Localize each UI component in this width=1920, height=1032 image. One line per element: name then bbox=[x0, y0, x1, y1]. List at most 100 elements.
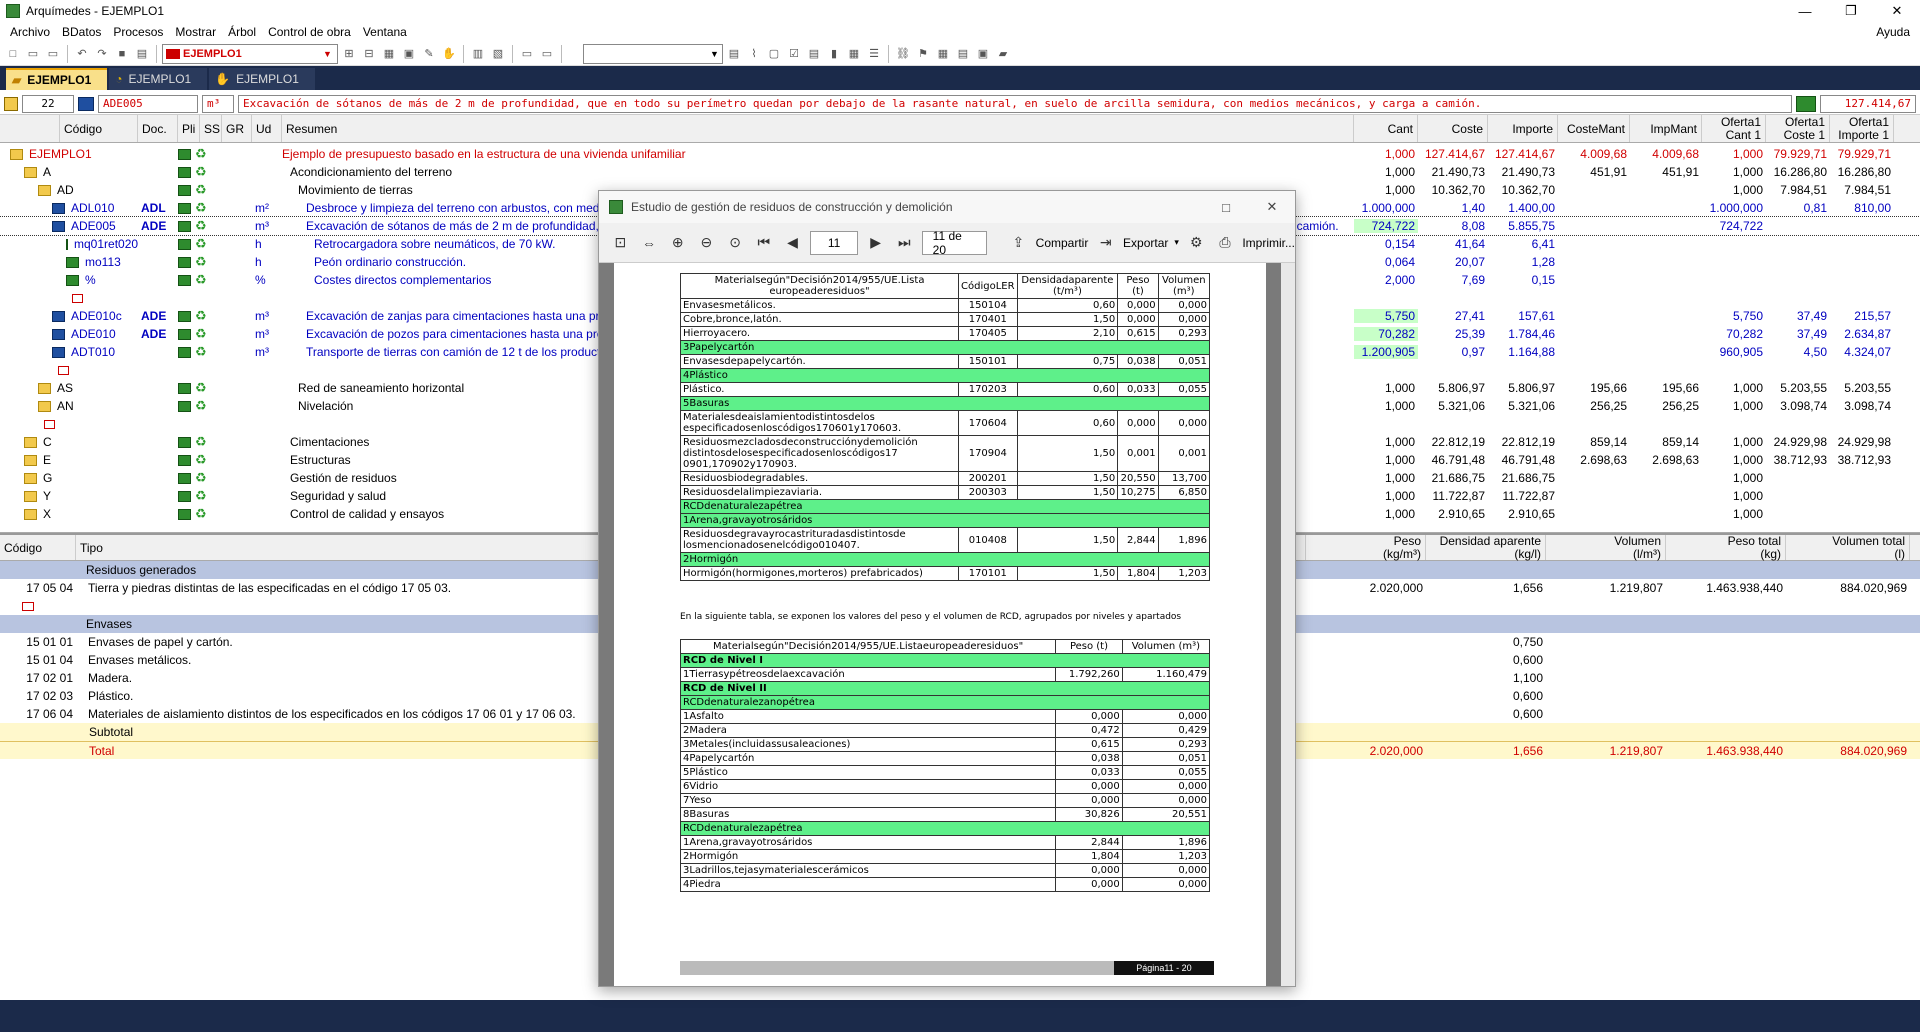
check-icon[interactable]: ☑ bbox=[785, 45, 803, 63]
tab-ejemplo1-budget[interactable]: ▰ EJEMPLO1 bbox=[6, 68, 108, 90]
minimize-button[interactable]: — bbox=[1782, 0, 1828, 22]
share-icon[interactable]: ⇪ bbox=[1007, 231, 1030, 255]
recycle-icon[interactable]: ♻ bbox=[195, 308, 207, 324]
col-pli[interactable]: Pli bbox=[178, 115, 200, 142]
recycle-icon[interactable]: ♻ bbox=[195, 146, 207, 162]
col-peso[interactable]: Peso (kg/m³) bbox=[1306, 534, 1426, 560]
menu-bdatos[interactable]: BDatos bbox=[56, 25, 107, 39]
spec-icon[interactable] bbox=[178, 436, 191, 448]
hand-icon[interactable]: ✋ bbox=[440, 45, 458, 63]
dialog-maximize-button[interactable]: □ bbox=[1203, 196, 1249, 218]
col-oferta1-importe[interactable]: Oferta1 Importe 1 bbox=[1830, 115, 1894, 142]
bars-icon[interactable]: ▮ bbox=[825, 45, 843, 63]
tree-expand-icon[interactable]: ⊟ bbox=[360, 45, 378, 63]
col-cant[interactable]: Cant bbox=[1354, 115, 1418, 142]
grid-icon[interactable]: ▦ bbox=[934, 45, 952, 63]
measure-icon[interactable]: ▤ bbox=[725, 45, 743, 63]
zoom-area-icon[interactable]: ⊙ bbox=[724, 231, 747, 255]
save-icon[interactable]: ■ bbox=[113, 45, 131, 63]
recycle-icon[interactable]: ♻ bbox=[195, 326, 207, 342]
open-icon[interactable]: ▭ bbox=[24, 45, 42, 63]
clip-icon[interactable]: ⌇ bbox=[745, 45, 763, 63]
flag2-icon[interactable]: ⚑ bbox=[914, 45, 932, 63]
table-row[interactable]: EJEMPLO1 ♻ Ejemplo de presupuesto basado e… bbox=[0, 145, 1920, 163]
recycle-icon[interactable]: ♻ bbox=[195, 470, 207, 486]
col-gr[interactable]: GR bbox=[222, 115, 252, 142]
col-resumen[interactable]: Resumen bbox=[282, 115, 1354, 142]
printer-icon[interactable]: ⎙ bbox=[1214, 231, 1237, 255]
undo-icon[interactable]: ↶ bbox=[73, 45, 91, 63]
add-row-icon[interactable] bbox=[44, 419, 55, 429]
money-icon[interactable]: ▰ bbox=[994, 45, 1012, 63]
spec-icon[interactable] bbox=[178, 472, 191, 484]
zoom-out-icon[interactable]: ⊖ bbox=[695, 231, 718, 255]
new-icon[interactable]: □ bbox=[4, 45, 22, 63]
project-combo[interactable]: EJEMPLO1 ▼ bbox=[162, 43, 338, 64]
list-icon[interactable]: ☰ bbox=[865, 45, 883, 63]
spec-icon[interactable] bbox=[178, 202, 191, 214]
col-oferta1-coste[interactable]: Oferta1 Coste 1 bbox=[1766, 115, 1830, 142]
menu-mostrar[interactable]: Mostrar bbox=[169, 25, 222, 39]
page-input[interactable]: 11 bbox=[809, 230, 859, 255]
col-densidad[interactable]: Densidad aparente (kg/l) bbox=[1426, 534, 1546, 560]
concept-total-field[interactable]: 127.414,67 bbox=[1820, 94, 1916, 113]
tab-ejemplo1-certification[interactable]: ✋ EJEMPLO1 bbox=[209, 68, 315, 90]
recycle-icon[interactable]: ♻ bbox=[195, 452, 207, 468]
spec-icon[interactable] bbox=[178, 400, 191, 412]
report-icon[interactable]: ▦ bbox=[380, 45, 398, 63]
spec-icon[interactable] bbox=[178, 238, 191, 250]
spec-icon[interactable] bbox=[178, 508, 191, 520]
recycle-icon[interactable]: ♻ bbox=[195, 488, 207, 504]
col-doc[interactable]: Doc. bbox=[138, 115, 178, 142]
recycle-icon[interactable]: ♻ bbox=[195, 236, 207, 252]
zoom-page-icon[interactable]: ⊡ bbox=[609, 231, 632, 255]
maximize-button[interactable]: ❐ bbox=[1828, 0, 1874, 22]
zoom-in-icon[interactable]: ⊕ bbox=[666, 231, 689, 255]
menu-procesos[interactable]: Procesos bbox=[107, 25, 169, 39]
dialog-close-button[interactable]: ✕ bbox=[1249, 196, 1295, 218]
note-icon[interactable]: ▢ bbox=[765, 45, 783, 63]
gear-icon[interactable]: ⚙ bbox=[1185, 231, 1208, 255]
calculator-icon[interactable] bbox=[1796, 95, 1816, 112]
close-button[interactable]: ✕ bbox=[1874, 0, 1920, 22]
prev-page-icon[interactable]: ◀ bbox=[781, 231, 804, 255]
chart-icon[interactable]: ▥ bbox=[469, 45, 487, 63]
concept-unit-field[interactable]: m³ bbox=[202, 94, 234, 113]
paste-icon[interactable]: ▭ bbox=[538, 45, 556, 63]
concept-code-field[interactable]: ADE005 bbox=[98, 94, 198, 113]
spec-icon[interactable] bbox=[178, 454, 191, 466]
share-button[interactable]: Compartir bbox=[1036, 236, 1089, 250]
print-icon[interactable]: ▤ bbox=[133, 45, 151, 63]
link-icon[interactable]: ⛓ bbox=[894, 45, 912, 63]
add-row-icon[interactable] bbox=[58, 365, 69, 375]
recycle-icon[interactable]: ♻ bbox=[195, 272, 207, 288]
copy-icon[interactable]: ▭ bbox=[518, 45, 536, 63]
col-importe[interactable]: Importe bbox=[1488, 115, 1558, 142]
spec-icon[interactable] bbox=[178, 274, 191, 286]
spec-icon[interactable] bbox=[178, 166, 191, 178]
open-folder-icon[interactable]: ▭ bbox=[44, 45, 62, 63]
print-button[interactable]: Imprimir... bbox=[1242, 236, 1295, 250]
menu-ayuda[interactable]: Ayuda bbox=[1870, 25, 1920, 39]
spec-icon[interactable] bbox=[178, 184, 191, 196]
next-page-icon[interactable]: ▶ bbox=[864, 231, 887, 255]
spec-icon[interactable] bbox=[178, 328, 191, 340]
tab-ejemplo1-planning[interactable]: ◔ EJEMPLO1 bbox=[109, 68, 208, 90]
doc-icon[interactable]: ▤ bbox=[805, 45, 823, 63]
filter-combo[interactable]: ▼ bbox=[583, 43, 723, 64]
spec-icon[interactable] bbox=[178, 148, 191, 160]
spec-icon[interactable] bbox=[178, 382, 191, 394]
col-ss[interactable]: SS bbox=[200, 115, 222, 142]
tools-icon[interactable]: ✎ bbox=[420, 45, 438, 63]
menu-ventana[interactable]: Ventana bbox=[357, 25, 413, 39]
recycle-icon[interactable]: ♻ bbox=[195, 164, 207, 180]
recycle-icon[interactable]: ♻ bbox=[195, 218, 207, 234]
menu-control-de-obra[interactable]: Control de obra bbox=[262, 25, 357, 39]
col-coste[interactable]: Coste bbox=[1418, 115, 1488, 142]
recycle-icon[interactable]: ♻ bbox=[195, 380, 207, 396]
col-peso-total[interactable]: Peso total (kg) bbox=[1666, 534, 1786, 560]
spec-icon[interactable] bbox=[178, 490, 191, 502]
first-page-icon[interactable]: ⏮ bbox=[752, 231, 775, 255]
recycle-icon[interactable]: ♻ bbox=[195, 398, 207, 414]
chevron-down-icon[interactable]: ▾ bbox=[1174, 237, 1179, 248]
